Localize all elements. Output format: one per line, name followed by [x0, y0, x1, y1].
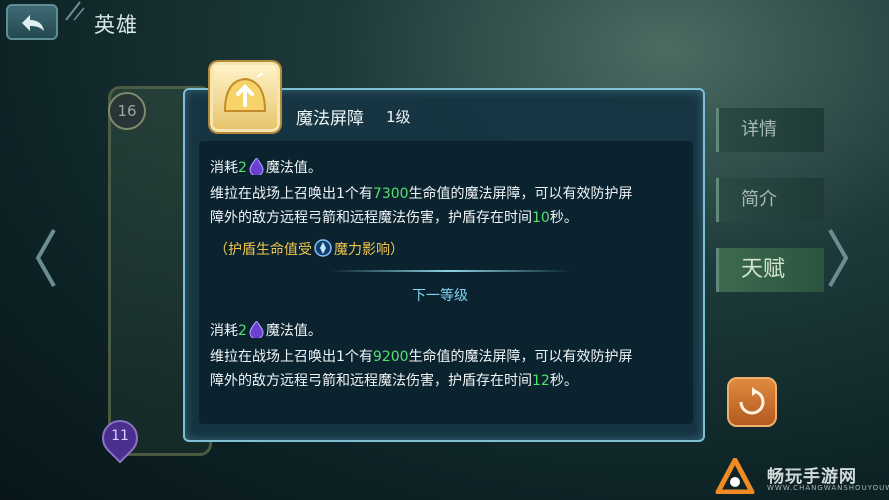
watermark-subtext: WWW.CHANGWANSHOUYOUWANG [767, 484, 889, 492]
next-hero-arrow-icon[interactable] [826, 228, 850, 288]
level-divider [330, 270, 570, 272]
current-desc-line-1: 维拉在战场上召唤出1个有7300生命值的魔法屏障，可以有效防护屏 [210, 186, 633, 202]
refresh-icon [739, 387, 765, 415]
magic-power-icon [314, 239, 332, 257]
next-desc-line-1: 维拉在战场上召唤出1个有9200生命值的魔法屏障，可以有效防护屏 [210, 349, 633, 365]
mana-drop-icon [249, 158, 264, 175]
next-level-label: 下一等级 [412, 288, 468, 304]
details-tab[interactable]: 详情 [716, 108, 824, 152]
current-cost-line: 消耗2 魔法值。 [210, 158, 322, 176]
hero-level-badge: 16 [108, 92, 146, 130]
next-cost-line: 消耗2 魔法值。 [210, 321, 322, 339]
mana-drop-icon [249, 321, 264, 338]
title-divider-icon [65, 1, 85, 21]
skill-level: 1级 [386, 108, 411, 126]
hero-cost-badge: 11 [111, 428, 129, 444]
current-desc-line-2: 障外的敌方远程弓箭和远程魔法伤害，护盾存在时间10秒。 [210, 210, 578, 226]
previous-hero-arrow-icon[interactable] [34, 228, 58, 288]
skill-name: 魔法屏障 [296, 109, 364, 129]
talent-tab[interactable]: 天赋 [716, 248, 824, 292]
intro-tab[interactable]: 简介 [716, 178, 824, 222]
shield-note: （护盾生命值受 魔力影响） [214, 239, 404, 259]
watermark-logo-icon [715, 458, 755, 494]
page-title: 英雄 [94, 13, 138, 37]
back-button[interactable] [6, 4, 58, 40]
back-arrow-icon [22, 15, 44, 31]
refresh-button[interactable] [727, 377, 777, 427]
magic-barrier-skill-icon [210, 62, 280, 132]
next-desc-line-2: 障外的敌方远程弓箭和远程魔法伤害，护盾存在时间12秒。 [210, 373, 578, 389]
